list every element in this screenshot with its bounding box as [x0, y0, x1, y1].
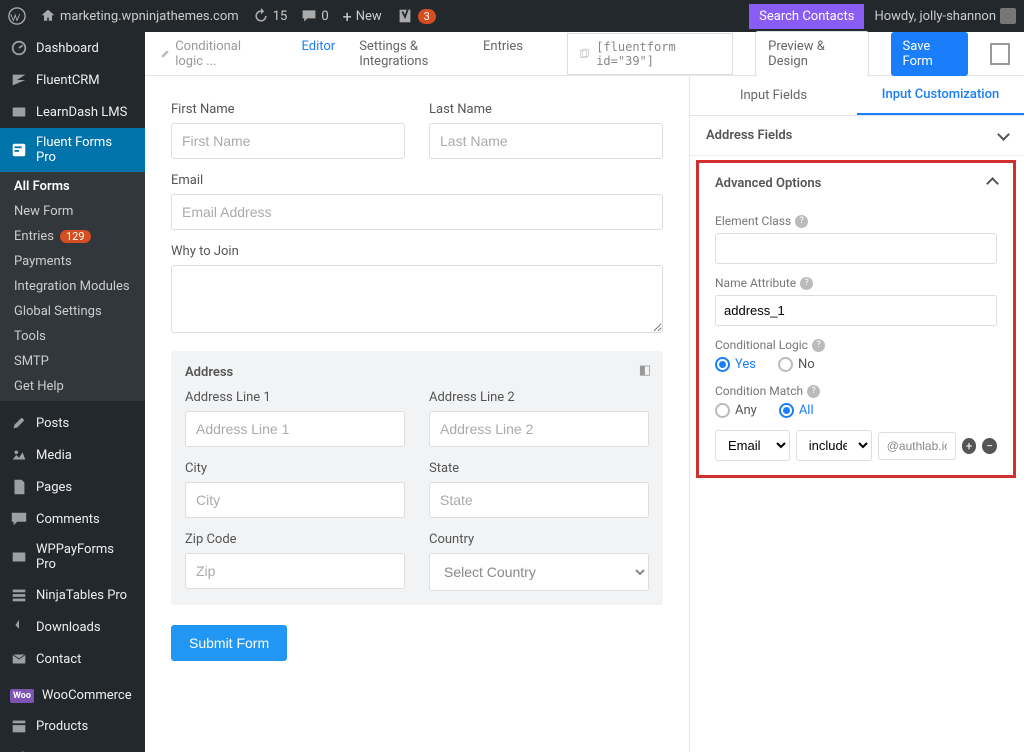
- chevron-down-icon: [999, 128, 1008, 143]
- preview-design-button[interactable]: Preview & Design: [755, 31, 868, 77]
- menu-dashboard[interactable]: Dashboard: [0, 32, 145, 64]
- state-input[interactable]: [429, 482, 649, 518]
- right-panel: Input Fields Input Customization Address…: [689, 76, 1024, 752]
- city-input[interactable]: [185, 482, 405, 518]
- cond-match-any[interactable]: Any: [715, 403, 757, 418]
- menu-media[interactable]: Media: [0, 439, 145, 471]
- menu-downloads[interactable]: Downloads: [0, 611, 145, 643]
- state-label: State: [429, 461, 649, 476]
- why-to-join-input[interactable]: [171, 265, 663, 333]
- name-attribute-label: Name Attribute?: [715, 276, 997, 290]
- help-icon[interactable]: ?: [795, 215, 808, 228]
- help-icon[interactable]: ?: [807, 385, 820, 398]
- first-name-input[interactable]: [171, 123, 405, 159]
- rule-value-input[interactable]: [878, 432, 956, 460]
- name-attribute-input[interactable]: [715, 295, 997, 326]
- submenu-smtp[interactable]: SMTP: [0, 349, 145, 374]
- comments-icon[interactable]: 0: [301, 8, 328, 24]
- why-to-join-label: Why to Join: [171, 244, 663, 259]
- submenu-all-forms[interactable]: All Forms: [0, 174, 145, 199]
- address-line2-input[interactable]: [429, 411, 649, 447]
- cond-logic-yes[interactable]: Yes: [715, 357, 756, 372]
- add-rule-button[interactable]: +: [962, 438, 977, 454]
- address-line1-input[interactable]: [185, 411, 405, 447]
- email-input[interactable]: [171, 194, 663, 230]
- address-block-icon: ◧: [639, 363, 651, 378]
- submenu-fluent-forms: All Forms New Form Entries129 Payments I…: [0, 172, 145, 401]
- submenu-global-settings[interactable]: Global Settings: [0, 299, 145, 324]
- element-class-label: Element Class?: [715, 214, 997, 228]
- menu-ninjatables[interactable]: NinjaTables Pro: [0, 579, 145, 611]
- new-content[interactable]: +New: [343, 7, 382, 26]
- search-contacts-button[interactable]: Search Contacts: [749, 4, 864, 29]
- address-line1-label: Address Line 1: [185, 390, 405, 405]
- menu-pages[interactable]: Pages: [0, 471, 145, 503]
- address-block[interactable]: Address ◧ Address Line 1 Address Line 2: [171, 351, 663, 605]
- help-icon[interactable]: ?: [812, 339, 825, 352]
- submit-button[interactable]: Submit Form: [171, 625, 287, 661]
- first-name-label: First Name: [171, 102, 405, 117]
- form-editor-topbar: Conditional logic ... Editor Settings & …: [145, 32, 1024, 76]
- submenu-tools[interactable]: Tools: [0, 324, 145, 349]
- menu-wppayforms[interactable]: WPPayForms Pro: [0, 535, 145, 579]
- rp-tab-input-customization[interactable]: Input Customization: [857, 76, 1024, 115]
- rule-operator-select[interactable]: includes: [796, 430, 872, 461]
- condition-rule-row: Email includes + −: [715, 430, 997, 461]
- menu-fluentcrm[interactable]: FluentCRM: [0, 64, 145, 96]
- last-name-input[interactable]: [429, 123, 663, 159]
- condition-match-label: Condition Match?: [715, 384, 997, 398]
- advanced-options-highlight: Advanced Options Element Class? Name Att…: [696, 160, 1016, 478]
- updates-icon[interactable]: 15: [253, 8, 288, 24]
- shortcode-box[interactable]: [fluentform id="39"]: [567, 33, 733, 75]
- menu-woocommerce[interactable]: WooWooCommerce: [0, 681, 145, 710]
- rp-tab-input-fields[interactable]: Input Fields: [690, 76, 857, 115]
- submenu-new-form[interactable]: New Form: [0, 199, 145, 224]
- address-line2-label: Address Line 2: [429, 390, 649, 405]
- zip-label: Zip Code: [185, 532, 405, 547]
- form-canvas: First Name Last Name Email: [145, 76, 689, 752]
- menu-fluent-forms[interactable]: Fluent Forms Pro: [0, 128, 145, 172]
- remove-rule-button[interactable]: −: [982, 438, 997, 454]
- site-name[interactable]: marketing.wpninjathemes.com: [40, 8, 239, 24]
- address-block-title: Address: [185, 365, 649, 380]
- city-label: City: [185, 461, 405, 476]
- address-fields-section[interactable]: Address Fields: [690, 116, 1024, 155]
- country-select[interactable]: Select Country: [429, 553, 649, 591]
- my-account[interactable]: Howdy, jolly-shannon: [874, 8, 1016, 24]
- cond-logic-no[interactable]: No: [778, 357, 815, 372]
- wp-logo[interactable]: [8, 7, 26, 25]
- zip-input[interactable]: [185, 553, 405, 589]
- submenu-payments[interactable]: Payments: [0, 249, 145, 274]
- element-class-input[interactable]: [715, 233, 997, 264]
- menu-posts[interactable]: Posts: [0, 407, 145, 439]
- chevron-up-icon: [988, 175, 997, 192]
- admin-sidebar: Dashboard FluentCRM LearnDash LMS Fluent…: [0, 32, 145, 752]
- submenu-integration-modules[interactable]: Integration Modules: [0, 274, 145, 299]
- rule-field-select[interactable]: Email: [715, 430, 790, 461]
- submenu-entries[interactable]: Entries129: [0, 224, 145, 249]
- menu-analytics[interactable]: Analytics: [0, 742, 145, 752]
- tab-settings-integrations[interactable]: Settings & Integrations: [359, 27, 459, 81]
- avatar: [1000, 8, 1016, 24]
- help-icon[interactable]: ?: [800, 277, 813, 290]
- menu-contact[interactable]: Contact: [0, 643, 145, 675]
- submenu-get-help[interactable]: Get Help: [0, 374, 145, 399]
- tab-editor[interactable]: Editor: [301, 27, 335, 81]
- advanced-options-section[interactable]: Advanced Options: [699, 163, 1013, 204]
- breadcrumb[interactable]: Conditional logic ...: [159, 39, 271, 69]
- menu-products[interactable]: Products: [0, 710, 145, 742]
- save-form-button[interactable]: Save Form: [891, 32, 969, 76]
- yoast-icon[interactable]: 3: [396, 7, 436, 25]
- menu-learndash[interactable]: LearnDash LMS: [0, 96, 145, 128]
- menu-comments[interactable]: Comments: [0, 503, 145, 535]
- cond-match-all[interactable]: All: [779, 403, 814, 418]
- email-label: Email: [171, 173, 663, 188]
- country-label: Country: [429, 532, 649, 547]
- conditional-logic-label: Conditional Logic?: [715, 338, 997, 352]
- tab-entries[interactable]: Entries: [483, 27, 523, 81]
- last-name-label: Last Name: [429, 102, 663, 117]
- fullscreen-icon[interactable]: [990, 43, 1010, 65]
